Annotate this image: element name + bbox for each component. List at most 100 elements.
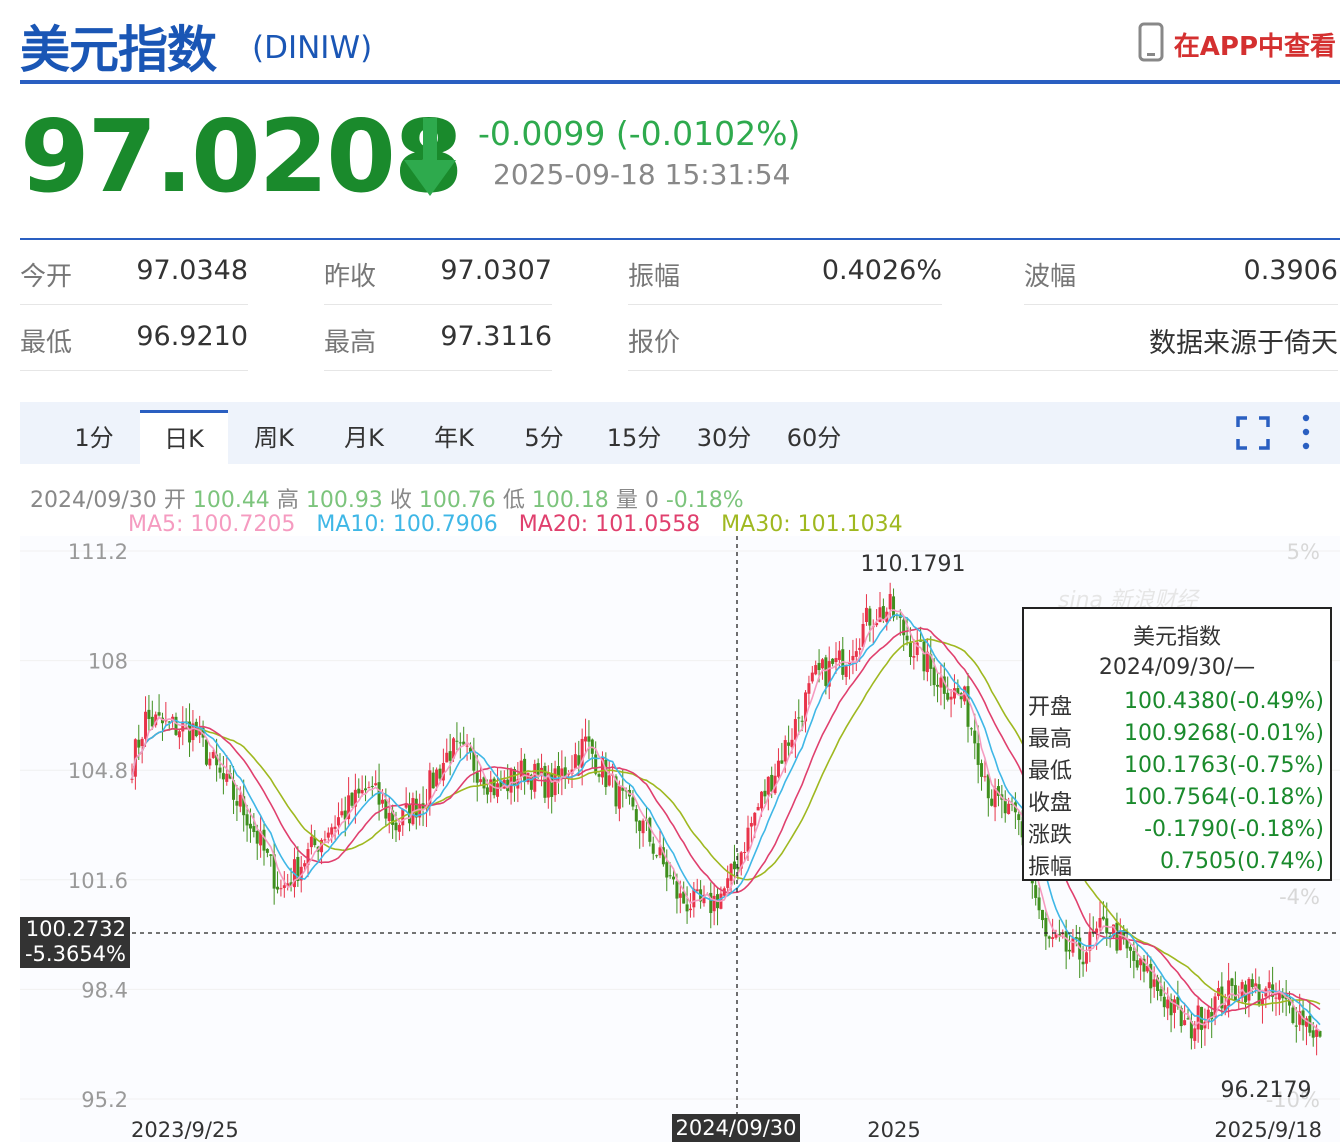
candle-body xyxy=(340,811,344,816)
candle-body xyxy=(282,885,286,889)
stat-underline xyxy=(324,304,552,305)
stat-underline xyxy=(628,370,1338,371)
candle-body xyxy=(587,736,591,742)
candle-body xyxy=(1233,985,1237,1001)
quote-divider xyxy=(20,238,1340,240)
candle-body xyxy=(387,812,391,821)
candle-body xyxy=(431,772,435,789)
tab-weekly-k[interactable]: 周K xyxy=(234,412,314,464)
tab-30min[interactable]: 30分 xyxy=(684,412,764,464)
candle-info-bar: 2024/09/30 开 100.44 高 100.93 收 100.76 低 … xyxy=(30,482,744,514)
candle-body xyxy=(892,596,896,618)
candle-body xyxy=(265,848,269,853)
stat-underline xyxy=(1024,304,1338,305)
candle-body xyxy=(1047,936,1051,939)
candle-body xyxy=(607,775,611,786)
candle-body xyxy=(309,836,313,848)
candle-body xyxy=(1172,999,1176,1013)
candle-body xyxy=(336,817,340,826)
candle-body xyxy=(448,751,452,761)
y-tick-label: 108 xyxy=(88,650,128,674)
header-divider xyxy=(20,80,1340,84)
candle-body xyxy=(743,851,747,853)
candle-body xyxy=(817,662,821,671)
candle-body xyxy=(137,739,141,748)
candle-body xyxy=(140,738,144,747)
candle-body xyxy=(858,647,862,650)
stat-underline xyxy=(20,370,248,371)
candle-body xyxy=(854,651,858,657)
tab-yearly-k[interactable]: 年K xyxy=(414,412,494,464)
tab-monthly-k[interactable]: 月K xyxy=(324,412,404,464)
candle-body xyxy=(1064,931,1068,952)
candle-body xyxy=(597,774,601,777)
candle-body xyxy=(438,768,442,779)
candle-body xyxy=(204,739,208,765)
candle-body xyxy=(1084,952,1088,964)
candle-body xyxy=(793,719,797,740)
info-open-label: 开 xyxy=(163,488,186,513)
quote-timestamp: 2025-09-18 15:31:54 xyxy=(493,158,791,191)
info-date: 2024/09/30 xyxy=(30,488,157,513)
candle-body xyxy=(936,684,940,687)
candle-body xyxy=(445,752,449,763)
fullscreen-icon[interactable] xyxy=(1236,416,1270,454)
tab-60min[interactable]: 60分 xyxy=(774,412,854,464)
tab-daily-k[interactable]: 日K xyxy=(140,410,228,465)
candle-body xyxy=(763,790,767,797)
candle-body xyxy=(980,763,984,777)
candle-body xyxy=(881,606,885,620)
candle-body xyxy=(225,773,229,782)
info-pct: -0.18% xyxy=(665,488,744,513)
candle-body xyxy=(523,758,527,782)
ma-legend: MA5: 100.7205 MA10: 100.7906 MA20: 101.0… xyxy=(128,512,903,537)
tab-5min[interactable]: 5分 xyxy=(506,412,582,464)
tooltip-key: 涨跌 xyxy=(1028,823,1073,848)
candle-body xyxy=(1135,960,1139,968)
tooltip-value: 100.1763(-0.75%) xyxy=(1124,753,1324,778)
candle-body xyxy=(221,773,225,780)
tooltip-row: 最低 100.1763(-0.75%) xyxy=(1028,753,1324,784)
candle-body xyxy=(1115,922,1119,951)
candle-body xyxy=(1311,1030,1315,1038)
pct-tick-label: -4% xyxy=(1279,885,1320,909)
down-arrow-icon xyxy=(404,118,456,200)
x-tick-label: 2025/9/18 xyxy=(1214,1118,1322,1142)
candle-body xyxy=(326,832,330,838)
candle-body xyxy=(631,797,635,807)
candle-body xyxy=(458,742,462,744)
candle-body xyxy=(665,862,669,878)
candle-body xyxy=(380,799,384,804)
tab-1min[interactable]: 1分 xyxy=(56,412,132,464)
candle-body xyxy=(252,826,256,832)
candle-body xyxy=(976,743,980,765)
candle-body xyxy=(1227,980,1231,1007)
candle-body xyxy=(479,779,483,783)
pct-tick-label: 5% xyxy=(1287,540,1320,564)
candle-body xyxy=(573,754,577,769)
candle-body xyxy=(1162,996,1166,1008)
candle-body xyxy=(1088,931,1092,951)
candle-body xyxy=(1132,951,1136,961)
candle-body xyxy=(668,875,672,877)
tab-15min[interactable]: 15分 xyxy=(594,412,674,464)
candle-body xyxy=(594,754,598,774)
tooltip-row: 振幅 0.7505(0.74%) xyxy=(1028,849,1324,880)
candle-body xyxy=(360,790,364,794)
tooltip-key: 最低 xyxy=(1028,759,1073,784)
candle-body xyxy=(726,878,730,888)
candle-body xyxy=(969,728,973,730)
candle-body xyxy=(1017,814,1021,821)
low-value: 96.9210 xyxy=(136,321,248,352)
candle-body xyxy=(323,839,327,841)
candle-body xyxy=(776,760,780,777)
info-low-label: 低 xyxy=(502,488,525,513)
candle-body xyxy=(1101,916,1105,920)
candle-body xyxy=(888,593,892,610)
candle-body xyxy=(1152,979,1156,987)
view-in-app-link[interactable]: 在APP中查看 xyxy=(1138,22,1336,66)
price-change: -0.0099 (-0.0102%) xyxy=(478,114,801,153)
candle-body xyxy=(824,657,828,686)
more-options-icon[interactable] xyxy=(1300,414,1312,454)
candle-body xyxy=(651,843,655,854)
